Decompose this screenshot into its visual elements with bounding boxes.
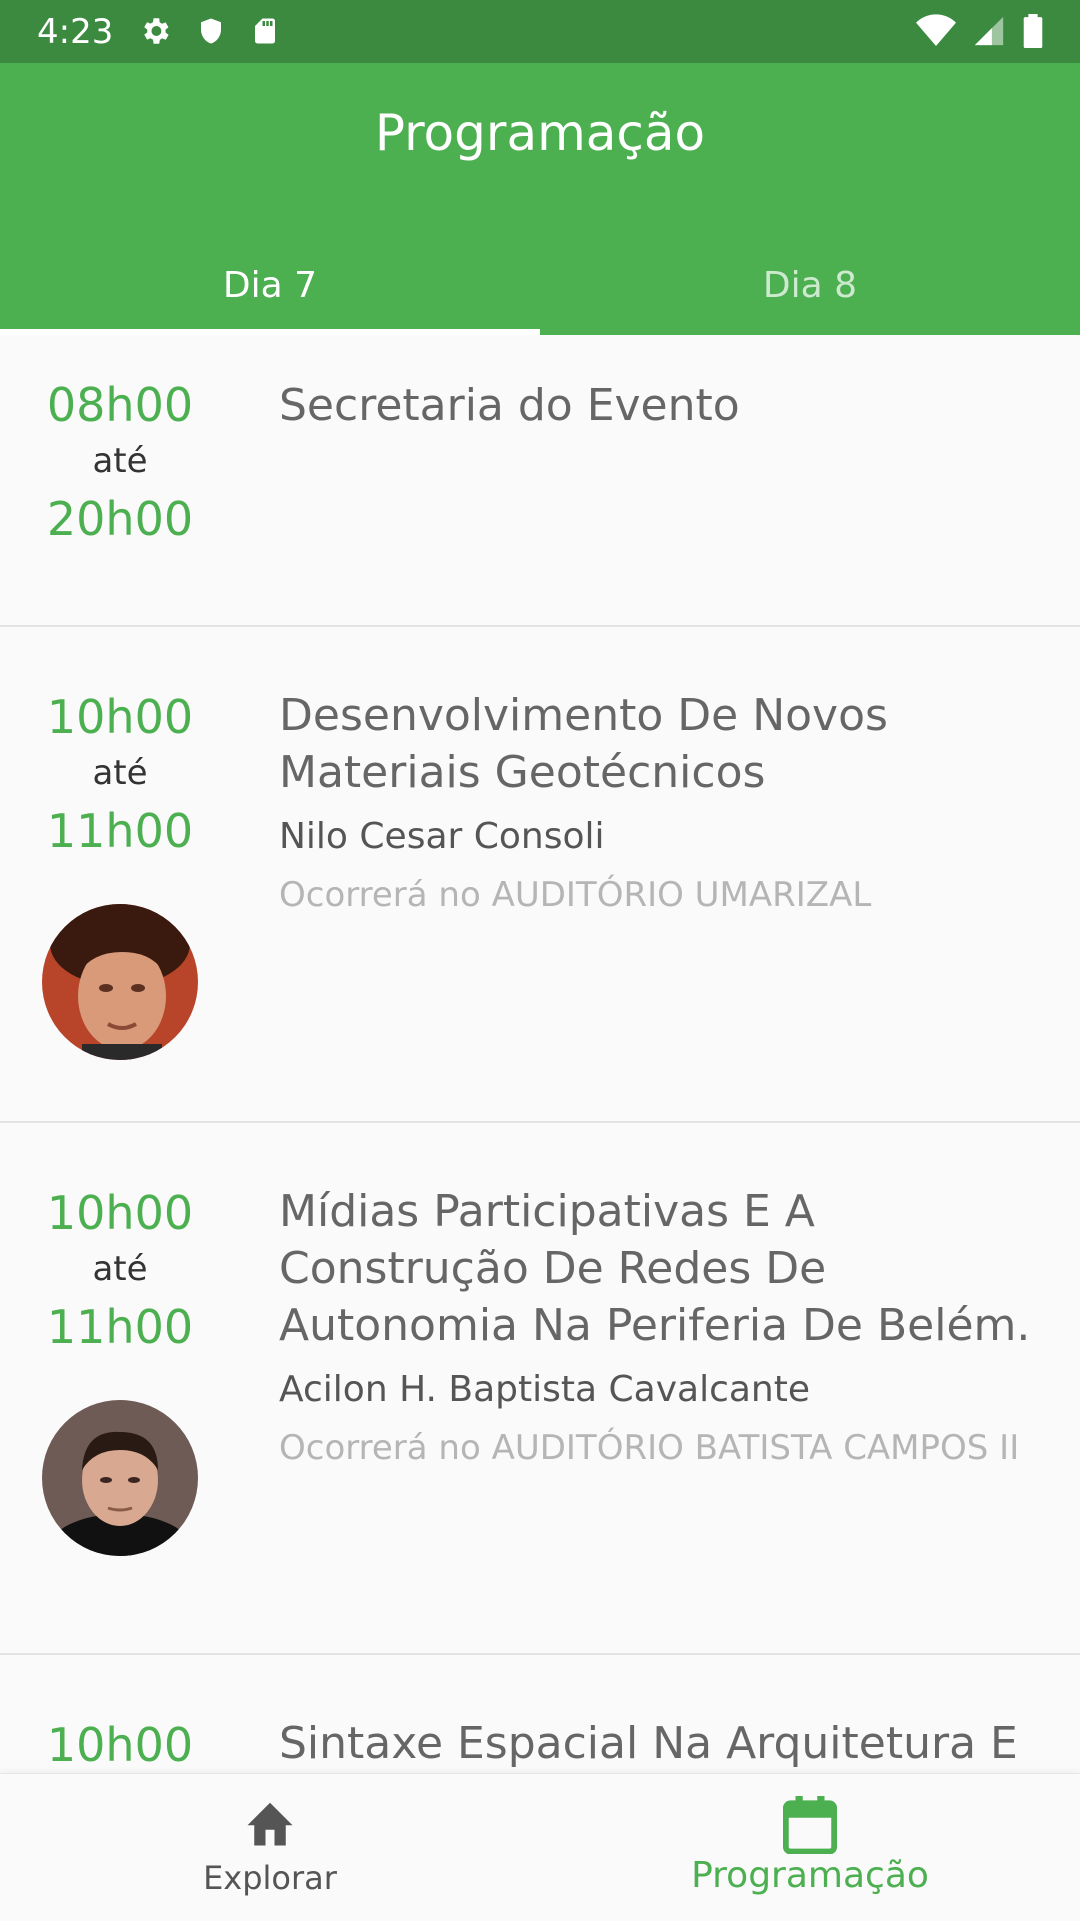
time-column: 10h00 até 11h00 bbox=[0, 687, 240, 861]
event-location: Ocorrerá no AUDITÓRIO BATISTA CAMPOS II bbox=[279, 1428, 1020, 1468]
event-content: Sintaxe Espacial Na Arquitetura E bbox=[279, 1715, 1079, 1772]
event-content: Desenvolvimento De Novos Materiais Geoté… bbox=[279, 687, 1049, 917]
start-time: 10h00 bbox=[46, 1718, 194, 1772]
nav-programacao-label: Programação bbox=[691, 1855, 929, 1896]
status-icons-right bbox=[916, 14, 1044, 48]
battery-icon bbox=[1023, 14, 1043, 48]
nav-explorar[interactable]: Explorar bbox=[0, 1774, 540, 1921]
start-time: 10h00 bbox=[46, 1186, 194, 1240]
time-column: 10h00 até 11h00 bbox=[0, 1183, 240, 1357]
bottom-navigation: Explorar Programação bbox=[0, 1773, 1080, 1921]
wifi-icon bbox=[916, 14, 956, 46]
event-location: Ocorrerá no AUDITÓRIO UMARIZAL bbox=[279, 875, 872, 915]
time-column: 08h00 até 20h00 bbox=[0, 375, 240, 549]
list-item[interactable]: 10h00 Sintaxe Espacial Na Arquitetura E bbox=[0, 1655, 1080, 1773]
event-title: Mídias Participativas E A Construção De … bbox=[279, 1186, 1031, 1351]
status-icons-left bbox=[138, 14, 280, 48]
home-icon bbox=[0, 1798, 540, 1848]
status-time: 4:23 bbox=[37, 12, 114, 52]
day-tabs: Dia 7 Dia 8 bbox=[0, 243, 1080, 335]
shield-icon bbox=[201, 18, 221, 44]
tab-dia-8[interactable]: Dia 8 bbox=[540, 243, 1080, 335]
speaker-avatar bbox=[42, 904, 198, 1060]
event-content: Mídias Participativas E A Construção De … bbox=[279, 1183, 1049, 1470]
list-item[interactable]: 10h00 até 11h00 Desenvolvimento De Novos… bbox=[0, 627, 1080, 1123]
time-column: 10h00 bbox=[0, 1715, 240, 1773]
end-time: 20h00 bbox=[46, 492, 194, 546]
nav-programacao[interactable]: Programação bbox=[540, 1774, 1080, 1921]
event-title: Sintaxe Espacial Na Arquitetura E bbox=[279, 1718, 1018, 1769]
speaker-avatar bbox=[42, 1400, 198, 1556]
schedule-list[interactable]: 08h00 até 20h00 Secretaria do Evento 10h… bbox=[0, 335, 1080, 1773]
start-time: 10h00 bbox=[46, 690, 194, 744]
gear-icon bbox=[144, 18, 169, 44]
event-title: Secretaria do Evento bbox=[279, 380, 740, 431]
until-label: até bbox=[92, 1249, 148, 1289]
end-time: 11h00 bbox=[46, 1300, 194, 1354]
signal-icon bbox=[974, 16, 1004, 46]
nav-explorar-label: Explorar bbox=[203, 1859, 337, 1897]
list-item[interactable]: 10h00 até 11h00 Mídias Participativas E … bbox=[0, 1123, 1080, 1655]
speaker-name: Nilo Cesar Consoli bbox=[279, 816, 605, 857]
event-title: Desenvolvimento De Novos Materiais Geoté… bbox=[279, 690, 888, 798]
tab-dia-7[interactable]: Dia 7 bbox=[0, 243, 540, 335]
status-bar: 4:23 bbox=[0, 0, 1080, 63]
sd-card-icon bbox=[255, 18, 275, 44]
page-title: Programação bbox=[374, 104, 706, 162]
until-label: até bbox=[92, 441, 148, 481]
calendar-icon bbox=[540, 1796, 1080, 1854]
app-bar: Programação Dia 7 Dia 8 bbox=[0, 63, 1080, 335]
list-item[interactable]: 08h00 até 20h00 Secretaria do Evento bbox=[0, 335, 1080, 627]
until-label: até bbox=[92, 753, 148, 793]
start-time: 08h00 bbox=[46, 378, 194, 432]
end-time: 11h00 bbox=[46, 804, 194, 858]
speaker-name: Acilon H. Baptista Cavalcante bbox=[279, 1369, 810, 1410]
event-content: Secretaria do Evento bbox=[279, 377, 1049, 434]
